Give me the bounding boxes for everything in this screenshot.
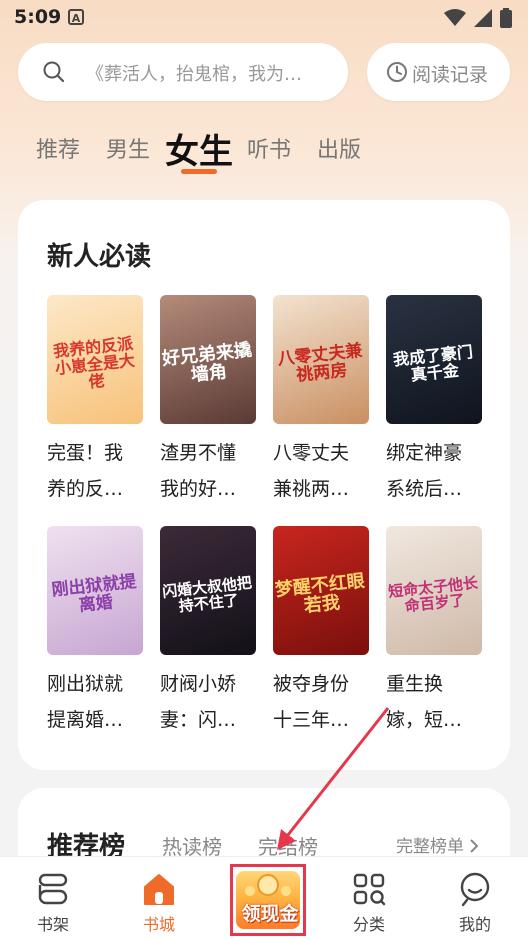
tab-recommend[interactable]: 推荐 <box>36 132 80 164</box>
book-item[interactable]: 短命太子他长命百岁了 重生换 嫁，短… <box>386 526 482 738</box>
book-cover[interactable]: 好兄弟来撬墙角 <box>160 295 256 424</box>
nav-bookshelf[interactable]: 书架 <box>13 857 93 941</box>
full-ranking-link[interactable]: 完整榜单 <box>396 832 480 857</box>
book-cover[interactable]: 短命太子他长命百岁了 <box>386 526 482 655</box>
nav-category[interactable]: 分类 <box>329 857 409 941</box>
book-title[interactable]: 完蛋！我 养的反… <box>47 435 143 507</box>
nav-label: 我的 <box>458 915 491 934</box>
book-title[interactable]: 重生换 嫁，短… <box>386 666 482 738</box>
active-tab-indicator <box>181 169 217 174</box>
reading-history-label: 阅读记录 <box>412 64 489 86</box>
reading-history-button[interactable]: 阅读记录 <box>367 43 510 101</box>
bookshelf-icon <box>38 873 68 905</box>
book-item[interactable]: 好兄弟来撬墙角 渣男不懂 我的好… <box>160 295 256 507</box>
book-title[interactable]: 绑定神豪 系统后… <box>386 435 482 507</box>
book-title[interactable]: 财阀小娇 妻：闪… <box>160 666 256 738</box>
signal-icon <box>474 9 492 27</box>
cover-title: 闪婚大叔他把持不住了 <box>161 573 253 615</box>
search-input[interactable]: 《葬活人，抬鬼棺，我为… <box>86 60 336 86</box>
wifi-icon <box>444 9 466 26</box>
book-title[interactable]: 八零丈夫 兼祧两… <box>273 435 369 507</box>
book-cover[interactable]: 八零丈夫兼祧两房 <box>273 295 369 424</box>
search-box[interactable]: 《葬活人，抬鬼棺，我为… <box>18 43 348 101</box>
status-time: 5:09 <box>14 6 62 28</box>
battery-icon <box>500 8 512 28</box>
tab-male[interactable]: 男生 <box>106 132 150 164</box>
clock-icon <box>387 62 407 82</box>
book-cover[interactable]: 梦醒不红眼若我 <box>273 526 369 655</box>
store-icon <box>144 874 174 905</box>
search-icon <box>43 61 65 83</box>
coin-icon <box>245 874 291 896</box>
cover-title: 梦醒不红眼若我 <box>274 570 366 617</box>
new-reader-section: 新人必读 我养的反派小崽全是大佬 完蛋！我 养的反… 好兄弟来撬墙角 渣男不懂 我的… <box>18 200 510 770</box>
book-cover[interactable]: 我成了豪门真千金 <box>386 295 482 424</box>
book-cover[interactable]: 刚出狱就提离婚 <box>47 526 143 655</box>
book-cover[interactable]: 我养的反派小崽全是大佬 <box>47 295 143 424</box>
nav-label: 分类 <box>352 915 385 934</box>
cover-title: 我成了豪门真千金 <box>392 341 474 385</box>
cover-title: 我养的反派小崽全是大佬 <box>52 333 136 391</box>
nav-profile[interactable]: 我的 <box>435 857 515 941</box>
nav-bookstore[interactable]: 书城 <box>119 857 199 941</box>
notification-icon: A <box>68 9 84 25</box>
book-item[interactable]: 八零丈夫兼祧两房 八零丈夫 兼祧两… <box>273 295 369 507</box>
cover-title: 短命太子他长命百岁了 <box>387 573 479 615</box>
category-icon <box>353 873 386 906</box>
tab-audiobook[interactable]: 听书 <box>247 132 291 164</box>
nav-label: 书架 <box>36 915 69 934</box>
cover-title: 刚出狱就提离婚 <box>50 571 138 616</box>
book-item[interactable]: 梦醒不红眼若我 被夺身份 十三年… <box>273 526 369 738</box>
book-title[interactable]: 刚出狱就 提离婚… <box>47 666 143 738</box>
book-title[interactable]: 渣男不懂 我的好… <box>160 435 256 507</box>
cover-title: 八零丈夫兼祧两房 <box>276 340 364 386</box>
claim-cash-label: 领现金 <box>241 903 299 925</box>
status-bar: 5:09 A <box>0 0 528 36</box>
section-title: 新人必读 <box>47 242 152 272</box>
tab-female[interactable]: 女生 <box>165 124 233 173</box>
book-title[interactable]: 被夺身份 十三年… <box>273 666 369 738</box>
cover-title: 好兄弟来撬墙角 <box>161 339 253 386</box>
profile-icon <box>460 872 490 907</box>
nav-label: 书城 <box>142 915 175 934</box>
book-item[interactable]: 刚出狱就提离婚 刚出狱就 提离婚… <box>47 526 143 738</box>
coin-bag-icon: 领现金 <box>236 871 300 929</box>
book-item[interactable]: 我成了豪门真千金 绑定神豪 系统后… <box>386 295 482 507</box>
book-item[interactable]: 我养的反派小崽全是大佬 完蛋！我 养的反… <box>47 295 143 507</box>
category-tabs: 推荐 男生 女生 听书 出版 <box>0 118 528 178</box>
tab-publishing[interactable]: 出版 <box>317 132 361 164</box>
book-item[interactable]: 闪婚大叔他把持不住了 财阀小娇 妻：闪… <box>160 526 256 738</box>
book-cover[interactable]: 闪婚大叔他把持不住了 <box>160 526 256 655</box>
claim-cash-button[interactable]: 领现金 <box>230 864 306 936</box>
chevron-right-icon <box>470 839 479 853</box>
status-indicators <box>444 8 512 28</box>
